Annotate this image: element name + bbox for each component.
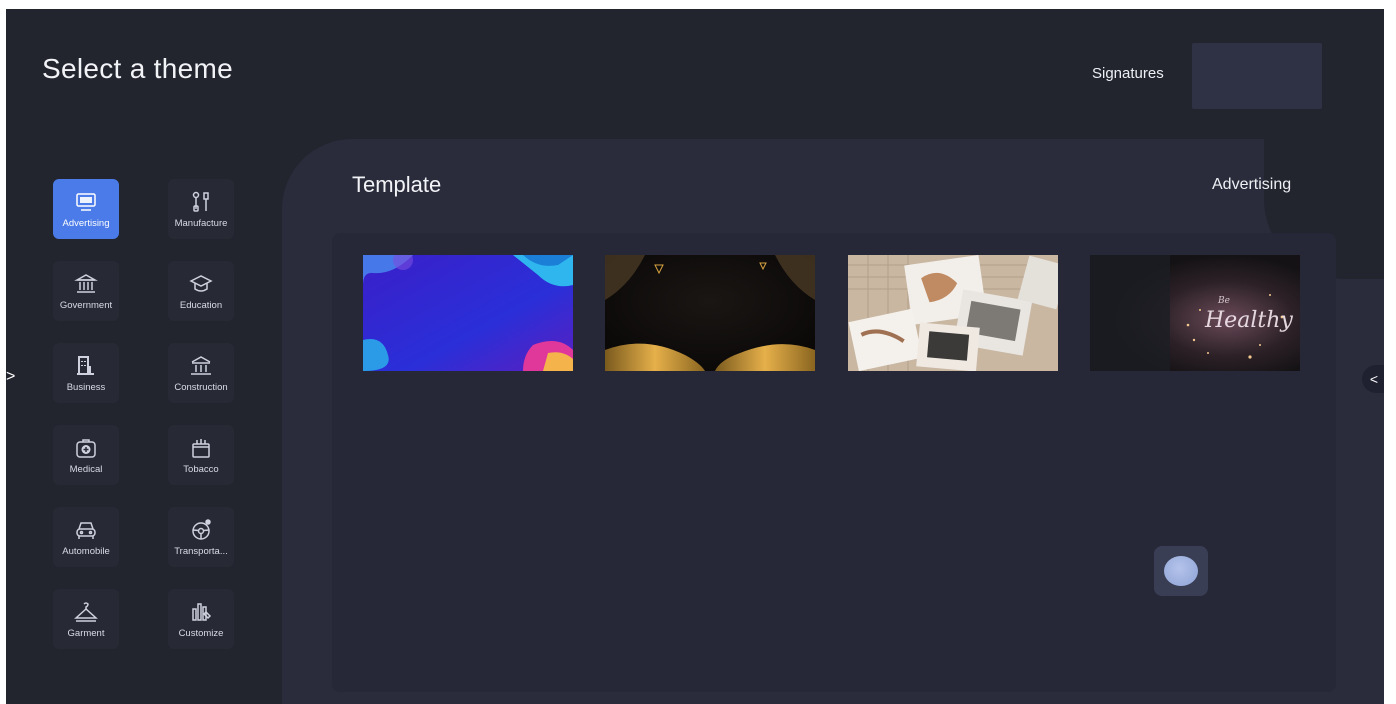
category-construction[interactable]: Construction xyxy=(168,343,234,403)
floating-action-button[interactable] xyxy=(1154,546,1208,596)
signature-box[interactable] xyxy=(1192,43,1322,109)
office-building-icon xyxy=(73,353,99,379)
category-label: Automobile xyxy=(62,546,110,557)
category-label: Advertising xyxy=(62,218,110,229)
photo-collage-image xyxy=(848,255,1058,371)
government-building-icon xyxy=(73,271,99,297)
category-label: Government xyxy=(59,300,113,311)
columns-building-icon xyxy=(188,353,214,379)
category-manufacture[interactable]: Manufacture xyxy=(168,179,234,239)
monitor-icon xyxy=(73,189,99,215)
car-icon xyxy=(73,517,99,543)
category-label: Tobacco xyxy=(183,464,219,475)
category-label: Customize xyxy=(178,628,224,639)
category-education[interactable]: Education xyxy=(168,261,234,321)
blue-abstract-image xyxy=(363,255,573,371)
category-label: Business xyxy=(66,382,106,393)
category-label: Manufacture xyxy=(174,218,228,229)
category-tobacco[interactable]: Tobacco xyxy=(168,425,234,485)
svg-text:Healthy: Healthy xyxy=(1204,308,1293,333)
category-customize[interactable]: Customize xyxy=(168,589,234,649)
template-thumbnail[interactable] xyxy=(363,255,573,371)
category-label: Garment xyxy=(67,628,105,639)
first-aid-kit-icon xyxy=(73,435,99,461)
steering-wheel-icon xyxy=(188,517,214,543)
template-thumbnail[interactable] xyxy=(848,255,1058,371)
theme-selector-screen: Select a theme Signatures > < Advertisin… xyxy=(6,9,1384,704)
customize-bars-icon xyxy=(188,599,214,625)
expand-sidebar-arrow[interactable]: > xyxy=(6,367,20,387)
collapse-panel-arrow[interactable]: < xyxy=(1362,365,1384,393)
category-medical[interactable]: Medical xyxy=(53,425,119,485)
hanger-icon xyxy=(73,599,99,625)
template-section-title: Template xyxy=(352,172,442,197)
healthy-neon-image: Healthy Be xyxy=(1090,255,1300,371)
cigarette-box-icon xyxy=(188,435,214,461)
signatures-label: Signatures xyxy=(1092,65,1164,82)
current-category-label: Advertising xyxy=(1212,176,1292,193)
category-label: Medical xyxy=(69,464,103,475)
tools-icon xyxy=(188,189,214,215)
category-automobile[interactable]: Automobile xyxy=(53,507,119,567)
template-thumbnail[interactable]: Healthy Be xyxy=(1090,255,1300,371)
category-advertising[interactable]: Advertising xyxy=(53,179,119,239)
category-label: Transporta... xyxy=(174,546,228,557)
category-label: Education xyxy=(179,300,223,311)
category-garment[interactable]: Garment xyxy=(53,589,119,649)
gold-black-image xyxy=(605,255,815,371)
template-thumbnail[interactable] xyxy=(605,255,815,371)
assistive-dot-icon xyxy=(1164,556,1198,586)
graduation-cap-icon xyxy=(188,271,214,297)
category-business[interactable]: Business xyxy=(53,343,119,403)
page-title: Select a theme xyxy=(42,53,233,84)
svg-text:Be: Be xyxy=(1217,296,1230,306)
category-government[interactable]: Government xyxy=(53,261,119,321)
category-transportation[interactable]: Transporta... xyxy=(168,507,234,567)
category-label: Construction xyxy=(174,382,228,393)
